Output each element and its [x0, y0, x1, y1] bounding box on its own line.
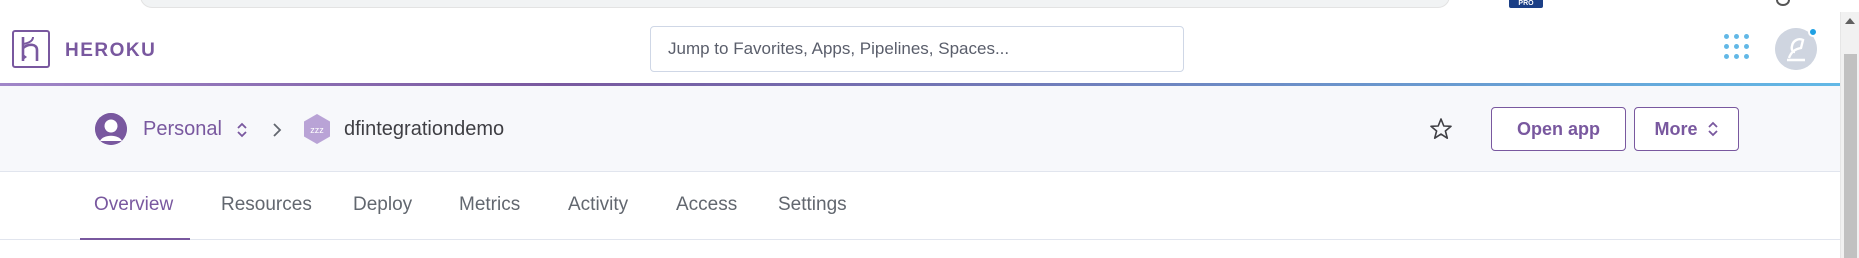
- pro-badge: PRO: [1509, 0, 1543, 8]
- app-tabs: Overview Resources Deploy Metrics Activi…: [0, 172, 1840, 240]
- heroku-top-bar: HEROKU: [0, 12, 1840, 84]
- more-button[interactable]: More: [1634, 107, 1739, 151]
- browser-address-bar[interactable]: [140, 0, 1450, 8]
- heroku-wordmark[interactable]: HEROKU: [65, 40, 156, 62]
- tab-resources[interactable]: Resources: [221, 194, 312, 216]
- open-app-label: Open app: [1516, 118, 1600, 139]
- tab-access[interactable]: Access: [676, 194, 737, 216]
- scroll-up-arrow-icon[interactable]: [1845, 18, 1855, 24]
- tab-activity[interactable]: Activity: [568, 194, 628, 216]
- chevron-updown-icon[interactable]: [236, 122, 248, 138]
- breadcrumb-chevron-right-icon: [273, 123, 282, 137]
- tab-overview[interactable]: Overview: [94, 194, 173, 216]
- personal-account-icon[interactable]: [95, 113, 127, 145]
- account-switcher-label[interactable]: Personal: [143, 118, 222, 141]
- notification-dot-icon: [1808, 27, 1818, 37]
- app-name: dfintegrationdemo: [344, 118, 505, 140]
- chevron-updown-icon: [1707, 121, 1718, 137]
- favorite-star-icon[interactable]: [1428, 116, 1454, 142]
- browser-profile-icon[interactable]: [1776, 0, 1790, 6]
- page-scrollbar[interactable]: [1840, 12, 1859, 258]
- app-header: Personal zzz dfintegrationdemo Open app …: [0, 86, 1840, 172]
- search-box[interactable]: [650, 26, 1184, 72]
- search-input[interactable]: [651, 27, 1183, 71]
- active-tab-indicator: [80, 238, 190, 240]
- scrollbar-thumb[interactable]: [1844, 54, 1857, 258]
- browser-chrome: PRO: [0, 0, 1840, 12]
- apps-grid-icon[interactable]: [1724, 34, 1750, 60]
- tab-metrics[interactable]: Metrics: [459, 194, 520, 216]
- open-app-button[interactable]: Open app: [1491, 107, 1626, 151]
- app-sleeping-hexagon-icon: zzz: [304, 114, 330, 144]
- app-icon-text: zzz: [310, 125, 324, 135]
- tab-deploy[interactable]: Deploy: [353, 194, 412, 216]
- heroku-logo-icon[interactable]: [12, 30, 50, 68]
- tab-settings[interactable]: Settings: [778, 194, 847, 216]
- more-label: More: [1654, 118, 1698, 139]
